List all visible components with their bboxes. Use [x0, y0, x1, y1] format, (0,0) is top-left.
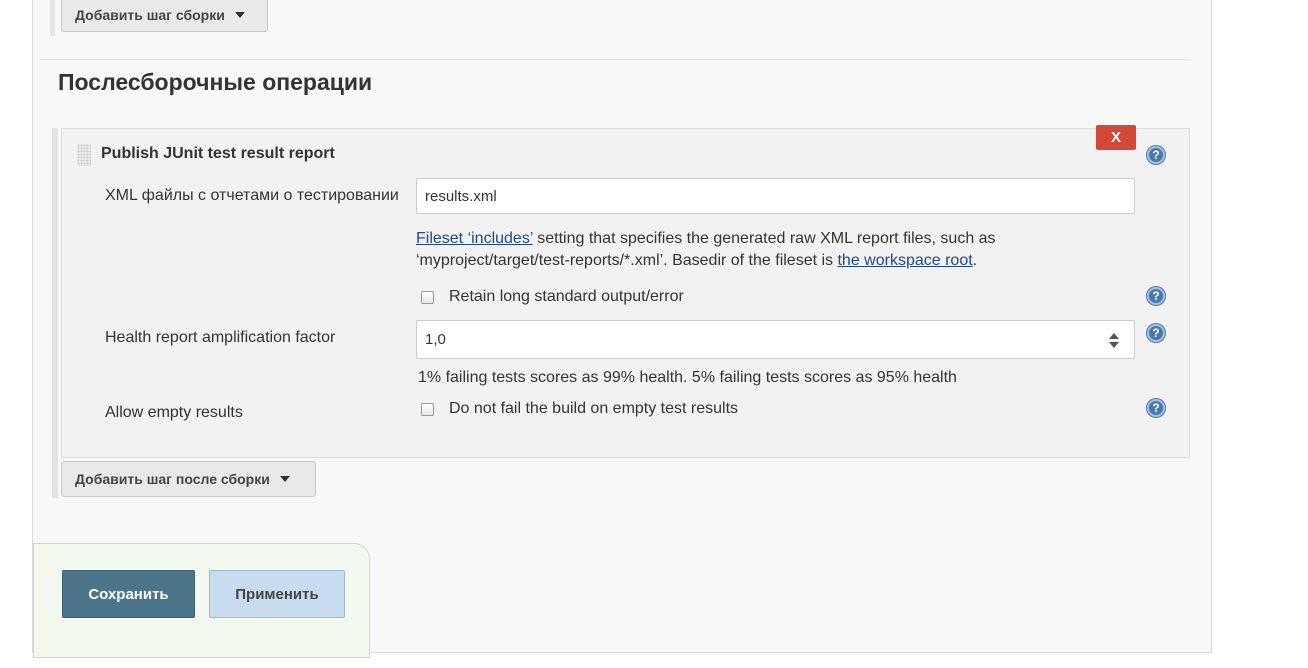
caret-down-icon: [234, 11, 245, 18]
section-divider: [40, 59, 1191, 60]
help-icon[interactable]: ?: [1147, 399, 1165, 417]
allow-empty-row: Do not fail the build on empty test resu…: [421, 400, 738, 418]
help-icon[interactable]: ?: [1147, 287, 1165, 305]
allow-empty-label: Allow empty results: [105, 404, 243, 421]
health-factor-input[interactable]: [416, 320, 1135, 359]
xml-desc-text1: setting that specifies the generated raw…: [532, 230, 996, 247]
post-build-step-bar: [52, 128, 58, 498]
help-icon[interactable]: ?: [1147, 146, 1165, 164]
junit-step-title: Publish JUnit test result report: [101, 145, 335, 162]
xml-files-label: XML файлы с отчетами о тестировании: [105, 187, 399, 204]
help-icon[interactable]: ?: [1147, 324, 1165, 342]
retain-output-label: Retain long standard output/error: [449, 288, 684, 305]
allow-empty-checkbox-label: Do not fail the build on empty test resu…: [449, 400, 739, 417]
xml-desc-text2: ‘myproject/target/test-reports/*.xml’. B…: [416, 252, 838, 269]
delete-step-button[interactable]: X: [1096, 125, 1136, 150]
xml-desc-text3: .: [972, 252, 978, 269]
health-factor-description: 1% failing tests scores as 99% health. 5…: [418, 369, 957, 386]
stepper-down-icon[interactable]: [1109, 341, 1119, 348]
stepper-up-icon[interactable]: [1109, 332, 1119, 339]
workspace-root-link[interactable]: the workspace root: [837, 252, 972, 269]
xml-files-input[interactable]: [416, 178, 1135, 214]
retain-output-row: Retain long standard output/error: [421, 288, 684, 306]
add-post-build-step-button[interactable]: Добавить шаг после сборки: [61, 461, 316, 497]
caret-down-icon: [279, 476, 290, 482]
build-step-bar: [50, 0, 55, 36]
fileset-includes-link[interactable]: Fileset ‘includes’: [416, 230, 533, 247]
save-button[interactable]: Сохранить: [62, 570, 195, 618]
add-build-step-button[interactable]: Добавить шаг сборки: [61, 0, 268, 32]
add-post-build-step-label: Добавить шаг после сборки: [75, 471, 270, 487]
add-build-step-label: Добавить шаг сборки: [75, 6, 225, 23]
apply-button[interactable]: Применить: [209, 570, 345, 618]
xml-files-description: Fileset ‘includes’ setting that specifie…: [416, 228, 1116, 272]
drag-handle-icon[interactable]: [77, 144, 91, 166]
retain-output-checkbox[interactable]: [421, 290, 434, 304]
number-stepper[interactable]: [1106, 330, 1122, 350]
post-build-section-title: Послесборочные операции: [58, 69, 373, 95]
health-factor-label: Health report amplification factor: [105, 329, 336, 346]
allow-empty-checkbox[interactable]: [421, 402, 434, 416]
